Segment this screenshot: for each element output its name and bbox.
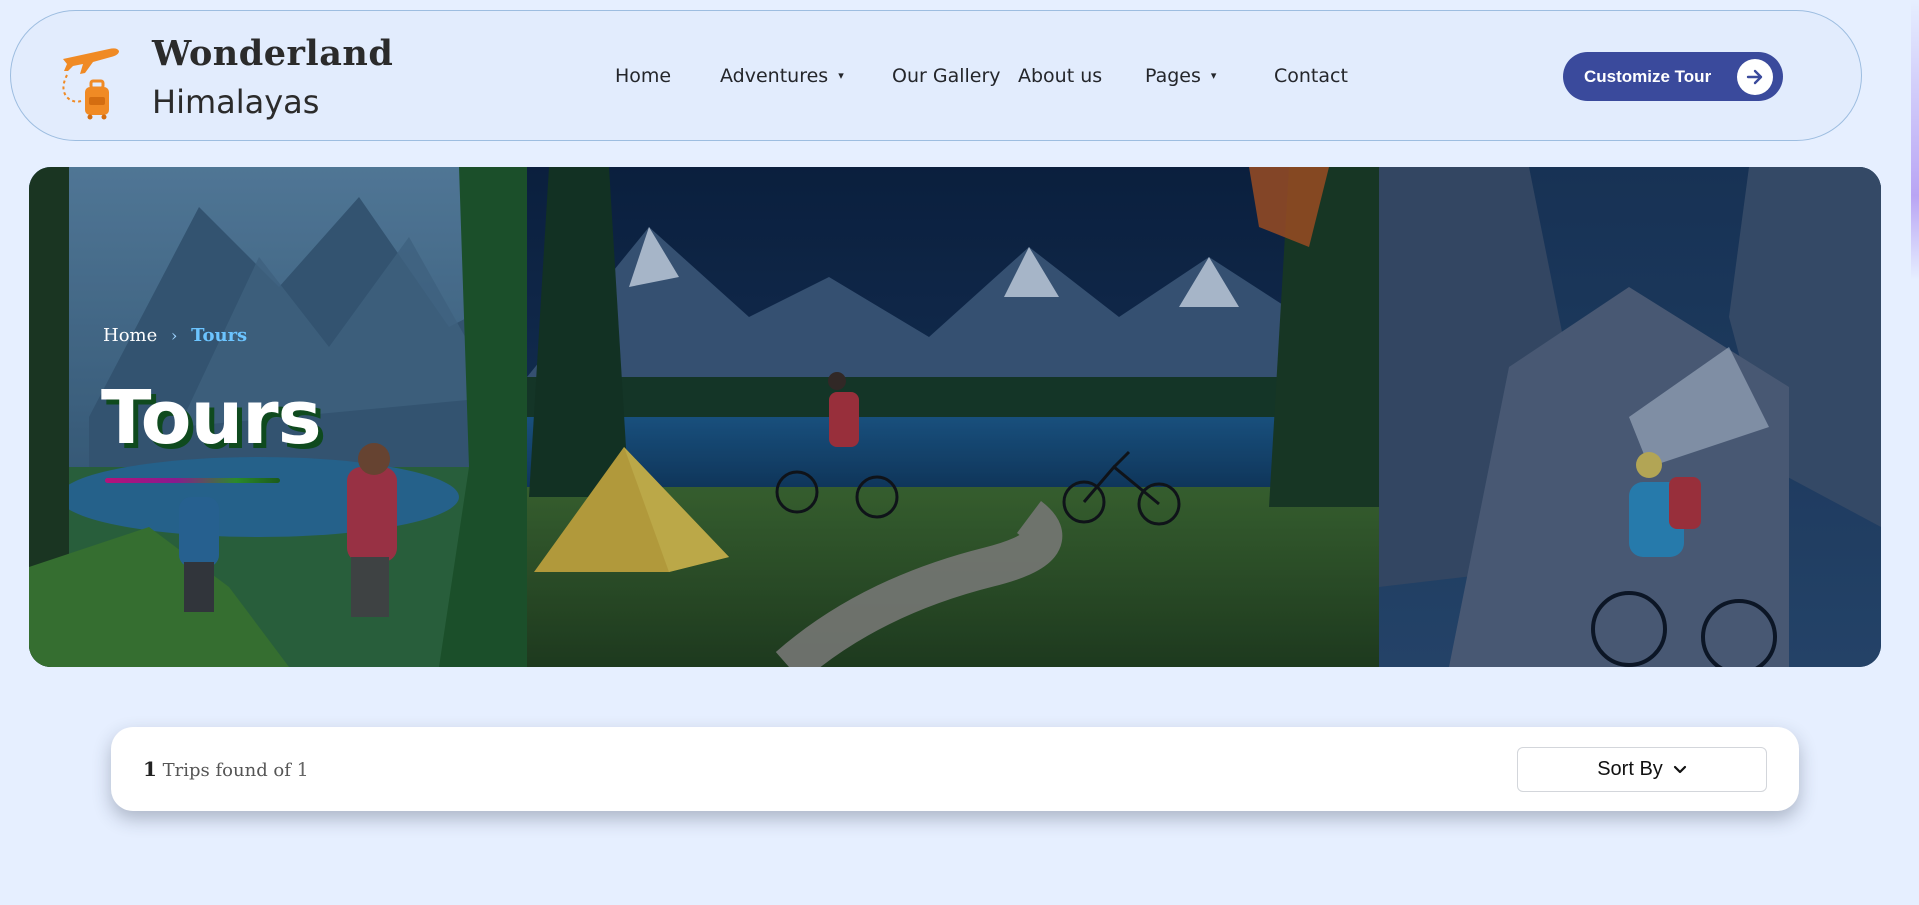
nav-contact[interactable]: Contact <box>1274 65 1348 87</box>
trips-found-summary: 1 Trips found of 1 <box>143 757 309 781</box>
page-title: Tours <box>101 375 322 461</box>
breadcrumb-current: Tours <box>191 325 248 346</box>
sort-by-label: Sort By <box>1597 758 1663 780</box>
results-bar: 1 Trips found of 1 Sort By <box>111 727 1799 811</box>
nav-pages-label: Pages <box>1145 65 1201 87</box>
nav-our-gallery-label: Our Gallery <box>892 65 1001 87</box>
brand-subtitle[interactable]: Himalayas <box>152 83 319 121</box>
nav-home[interactable]: Home <box>615 65 671 87</box>
nav-adventures[interactable]: Adventures ▾ <box>720 65 844 87</box>
title-underline <box>105 478 280 483</box>
breadcrumb-home[interactable]: Home <box>103 325 157 346</box>
customize-tour-label: Customize Tour <box>1584 66 1712 86</box>
nav-pages[interactable]: Pages ▾ <box>1145 65 1216 87</box>
chevron-down-icon <box>1673 765 1687 775</box>
chevron-down-icon: ▾ <box>1210 69 1217 82</box>
nav-contact-label: Contact <box>1274 65 1348 87</box>
nav-about-us[interactable]: About us <box>1018 65 1102 87</box>
hero-banner: Home › Tours Tours <box>29 167 1881 667</box>
nav-about-us-label: About us <box>1018 65 1103 87</box>
customize-tour-button[interactable]: Customize Tour <box>1563 52 1783 101</box>
breadcrumb: Home › Tours <box>103 325 247 346</box>
chevron-down-icon: ▾ <box>838 69 844 82</box>
trips-found-text: Trips found of <box>162 760 291 781</box>
brand-name[interactable]: Wonderland <box>152 33 393 74</box>
nav-our-gallery[interactable]: Our Gallery <box>892 65 1001 87</box>
trips-total: 1 <box>296 759 309 781</box>
breadcrumb-separator: › <box>171 326 178 345</box>
nav-home-label: Home <box>615 65 672 87</box>
logo-icon[interactable] <box>51 41 131 121</box>
arrow-right-icon <box>1737 59 1773 95</box>
site-header: Wonderland Himalayas Home Adventures ▾ Ou… <box>10 10 1862 141</box>
sort-by-dropdown[interactable]: Sort By <box>1517 747 1767 792</box>
trips-count: 1 <box>143 757 157 781</box>
scrollbar[interactable] <box>1911 0 1919 280</box>
nav-adventures-label: Adventures <box>720 65 829 87</box>
